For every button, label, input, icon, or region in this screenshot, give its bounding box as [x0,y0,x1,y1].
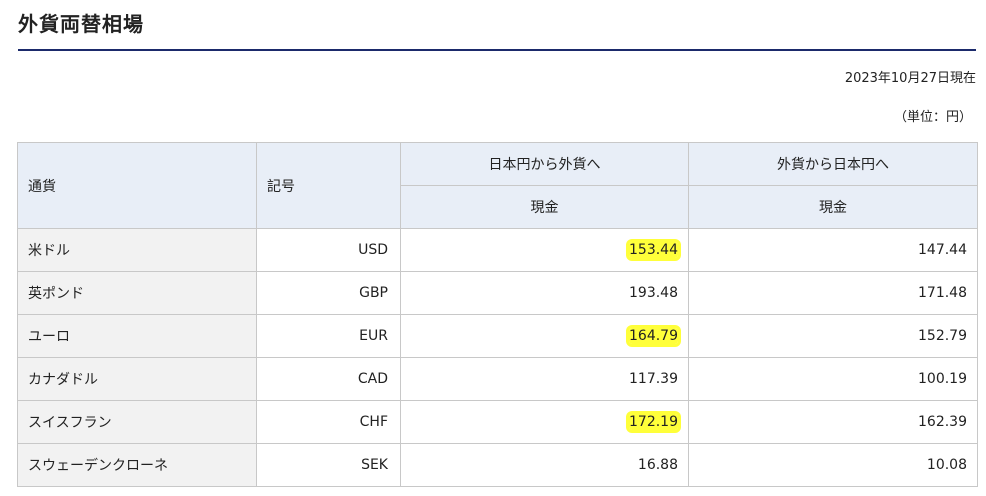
unit-note: （単位：円） [893,110,972,125]
currency-code: SEK [256,443,401,487]
table-row: ユーロ EUR 164.79 152.79 [17,314,978,358]
cash-sell-rate: 100.19 [688,357,978,401]
header-currency: 通貨 [17,142,257,229]
cash-buy-rate: 172.19 [629,414,678,430]
currency-code: GBP [256,271,401,315]
cash-buy-cell: 164.79 [400,314,689,358]
table-row: スウェーデンクローネ SEK 16.88 10.08 [17,443,978,487]
cash-buy-cell: 153.44 [400,228,689,272]
header-yen-to-foreign: 日本円から外貨へ [400,142,689,186]
header-cash-buy: 現金 [400,185,689,229]
header-foreign-to-yen: 外貨から日本円へ [688,142,978,186]
table-row: 米ドル USD 153.44 147.44 [17,228,978,272]
cash-buy-cell: 193.48 [400,271,689,315]
table-row: 英ポンド GBP 193.48 171.48 [17,271,978,315]
cash-buy-rate: 16.88 [637,457,678,473]
header-cash-sell: 現金 [688,185,978,229]
cash-sell-rate: 162.39 [688,400,978,444]
rate-rows: 米ドル USD 153.44 147.44 英ポンド GBP 193.48 171.48 ユーロ… [17,228,978,487]
exchange-rate-page: 外貨両替相場 2023年10月27日現在 （単位：円） 通貨 記号 日本円から外… [0,0,986,496]
cash-buy-cell: 16.88 [400,443,689,487]
currency-code: CAD [256,357,401,401]
cash-sell-rate: 171.48 [688,271,978,315]
cash-buy-rate: 153.44 [629,242,678,258]
currency-name: 米ドル [17,228,257,272]
currency-code: EUR [256,314,401,358]
table-row: カナダドル CAD 117.39 100.19 [17,357,978,401]
exchange-rate-table: 通貨 記号 日本円から外貨へ 外貨から日本円へ 現金 現金 米ドル USD 153.… [17,142,978,487]
currency-code: USD [256,228,401,272]
cash-sell-rate: 152.79 [688,314,978,358]
currency-name: 英ポンド [17,271,257,315]
cash-buy-rate: 117.39 [629,371,678,387]
page-title: 外貨両替相場 [18,12,144,36]
cash-buy-rate: 193.48 [629,285,678,301]
cash-buy-cell: 117.39 [400,357,689,401]
currency-name: スイスフラン [17,400,257,444]
header-symbol: 記号 [256,142,401,229]
currency-name: スウェーデンクローネ [17,443,257,487]
cash-sell-rate: 147.44 [688,228,978,272]
currency-name: カナダドル [17,357,257,401]
as-of-date: 2023年10月27日現在 [844,71,976,86]
currency-name: ユーロ [17,314,257,358]
title-divider [18,49,976,51]
table-row: スイスフラン CHF 172.19 162.39 [17,400,978,444]
cash-sell-rate: 10.08 [688,443,978,487]
currency-code: CHF [256,400,401,444]
cash-buy-cell: 172.19 [400,400,689,444]
cash-buy-rate: 164.79 [629,328,678,344]
